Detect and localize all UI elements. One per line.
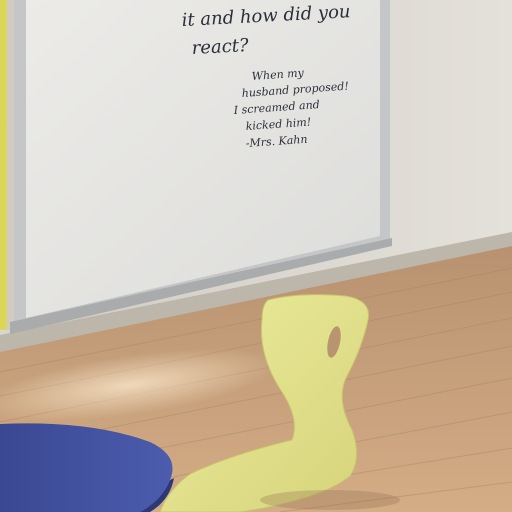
yellow-accent-strip xyxy=(0,0,7,330)
scene-illustration: it and how did you react? When my husban… xyxy=(0,0,512,512)
question-line-2: react? xyxy=(191,35,249,59)
chair-shadow xyxy=(260,490,400,510)
classroom-scene: it and how did you react? When my husban… xyxy=(0,0,512,512)
